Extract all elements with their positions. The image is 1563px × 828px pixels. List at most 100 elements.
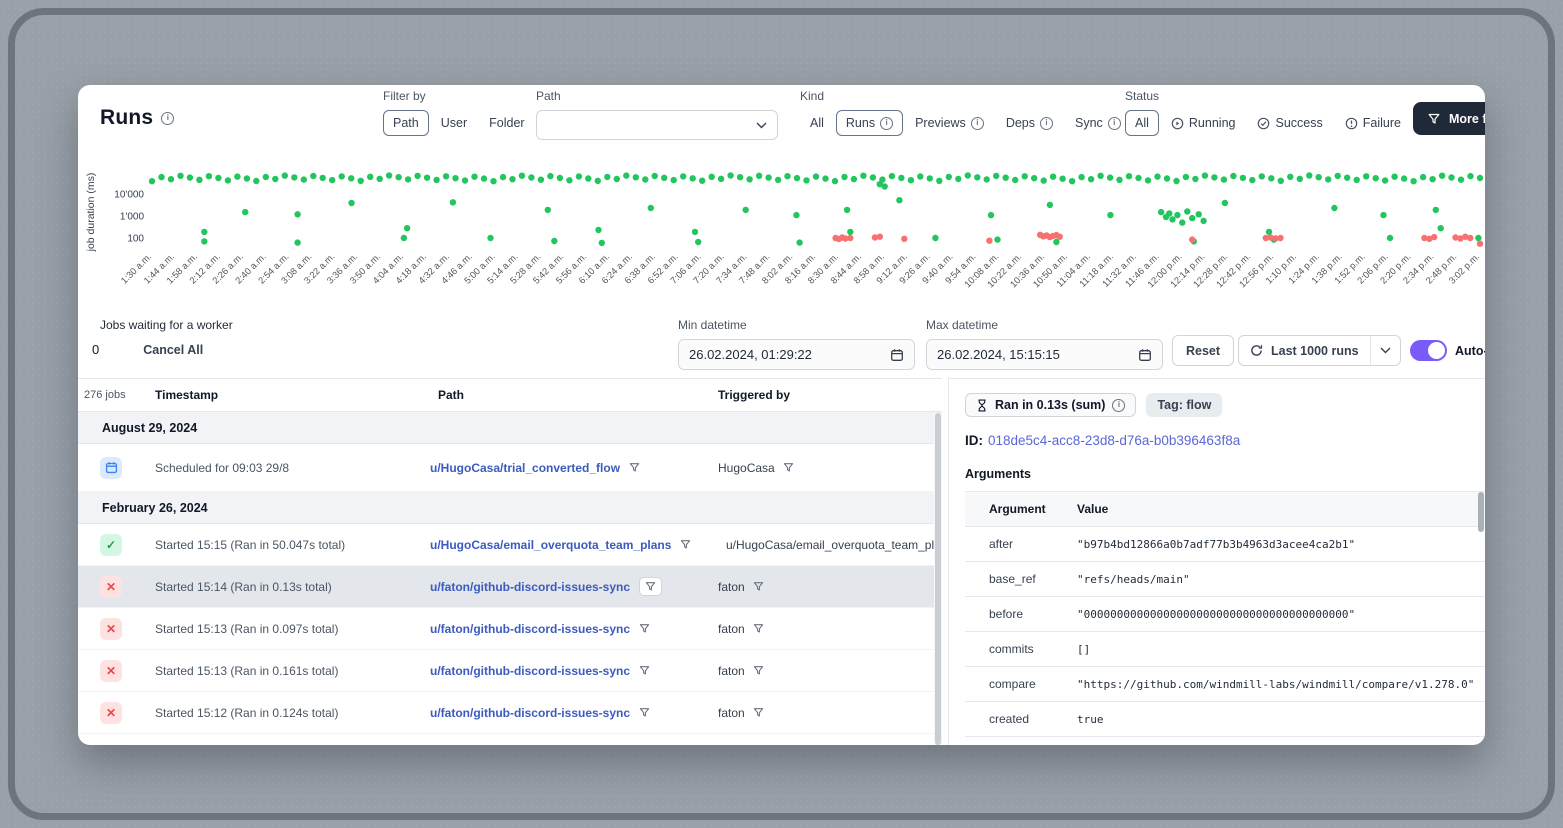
reset-button[interactable]: Reset [1172,335,1234,366]
chart-point[interactable] [1475,235,1481,241]
chart-point[interactable] [348,200,354,206]
chart-point[interactable] [1354,177,1360,183]
chart-point[interactable] [986,238,992,244]
chart-point[interactable] [395,174,401,180]
triggered-filter-funnel[interactable] [783,462,794,473]
chart-point[interactable] [401,235,407,241]
chart-point[interactable] [709,174,715,180]
chart-point[interactable] [1031,175,1037,181]
status-option-all[interactable]: All [1125,110,1159,136]
chart-point[interactable] [1022,173,1028,179]
run-path-link[interactable]: u/faton/github-discord-issues-sync [430,580,630,594]
path-filter-funnel[interactable] [639,577,662,596]
filter-funnel-icon[interactable] [639,665,650,676]
chart-point[interactable] [462,177,468,183]
chart-point[interactable] [746,176,752,182]
chart-point[interactable] [1097,173,1103,179]
chart-point[interactable] [917,173,923,179]
chart-point[interactable] [851,176,857,182]
chart-point[interactable] [671,177,677,183]
chart-point[interactable] [242,209,248,215]
chart-point[interactable] [367,174,373,180]
chart-point[interactable] [320,175,326,181]
last-runs-dropdown-button[interactable] [1370,336,1400,365]
kind-option-previews[interactable]: Previewsi [905,110,994,136]
chart-point[interactable] [551,238,557,244]
chart-point[interactable] [263,174,269,180]
chart-point[interactable] [404,225,410,231]
chart-point[interactable] [813,173,819,179]
chart-point[interactable] [1189,236,1195,242]
chart-point[interactable] [1179,219,1185,225]
chart-point[interactable] [756,173,762,179]
chart-point[interactable] [595,227,601,233]
chart-point[interactable] [648,205,654,211]
path-filter-funnel[interactable] [629,462,640,473]
path-filter-funnel[interactable] [639,623,650,634]
chart-point[interactable] [794,175,800,181]
chart-point[interactable] [1169,216,1175,222]
chart-point[interactable] [301,176,307,182]
info-icon[interactable]: i [1112,399,1125,412]
chart-point[interactable] [1363,173,1369,179]
chart-point[interactable] [595,178,601,184]
info-icon[interactable]: i [1108,117,1121,130]
chart-point[interactable] [1189,215,1195,221]
run-row[interactable]: Scheduled for 09:03 29/8 u/HugoCasa/tria… [78,444,942,492]
chart-point[interactable] [727,172,733,178]
status-option-success[interactable]: Success [1247,110,1332,136]
filter-funnel-icon[interactable] [753,623,764,634]
chart-point[interactable] [538,177,544,183]
chart-point[interactable] [633,174,639,180]
chart-point[interactable] [201,229,207,235]
auto-refresh-toggle[interactable] [1410,340,1447,361]
run-row[interactable]: ✕ Started 15:14 (Ran in 0.13s total) u/f… [78,566,942,608]
chart-point[interactable] [377,176,383,182]
chart-point[interactable] [310,173,316,179]
filter-funnel-icon[interactable] [680,539,691,550]
chart-point[interactable] [661,175,667,181]
chart-point[interactable] [1306,172,1312,178]
chart-point[interactable] [847,229,853,235]
filterby-option-folder[interactable]: Folder [479,110,534,136]
chart-point[interactable] [1184,208,1190,214]
chart-point[interactable] [803,177,809,183]
chart-point[interactable] [965,172,971,178]
chart-point[interactable] [1387,235,1393,241]
chart-point[interactable] [576,173,582,179]
chart-point[interactable] [784,173,790,179]
chart-point[interactable] [450,199,456,205]
chart-point[interactable] [201,238,207,244]
chart-point[interactable] [547,173,553,179]
min-datetime-input[interactable]: 26.02.2024, 01:29:22 [678,339,915,370]
chart-point[interactable] [841,174,847,180]
run-path-link[interactable]: u/faton/github-discord-issues-sync [430,664,630,678]
runs-list-scrollbar[interactable] [934,413,942,745]
chart-point[interactable] [946,174,952,180]
calendar-icon[interactable] [1138,348,1152,362]
chart-point[interactable] [509,176,515,182]
chart-point[interactable] [358,178,364,184]
chart-point[interactable] [1467,173,1473,179]
chart-point[interactable] [1088,176,1094,182]
chart-point[interactable] [1477,175,1483,181]
run-row[interactable]: ✕ Started 15:13 (Ran in 0.161s total) u/… [78,650,942,692]
filter-funnel-icon[interactable] [753,707,764,718]
chart-point[interactable] [471,174,477,180]
chart-point[interactable] [519,173,525,179]
chart-point[interactable] [860,173,866,179]
path-filter-funnel[interactable] [639,665,650,676]
chart-point[interactable] [1116,177,1122,183]
chart-point[interactable] [690,175,696,181]
chart-point[interactable] [1211,174,1217,180]
chart-point[interactable] [599,240,605,246]
chart-point[interactable] [1221,176,1227,182]
chart-point[interactable] [545,207,551,213]
chart-point[interactable] [988,212,994,218]
chart-point[interactable] [1438,225,1444,231]
chart-point[interactable] [557,175,563,181]
chart-point[interactable] [1268,175,1274,181]
filter-funnel-icon[interactable] [639,707,650,718]
triggered-filter-funnel[interactable] [753,665,764,676]
chart-point[interactable] [936,178,942,184]
